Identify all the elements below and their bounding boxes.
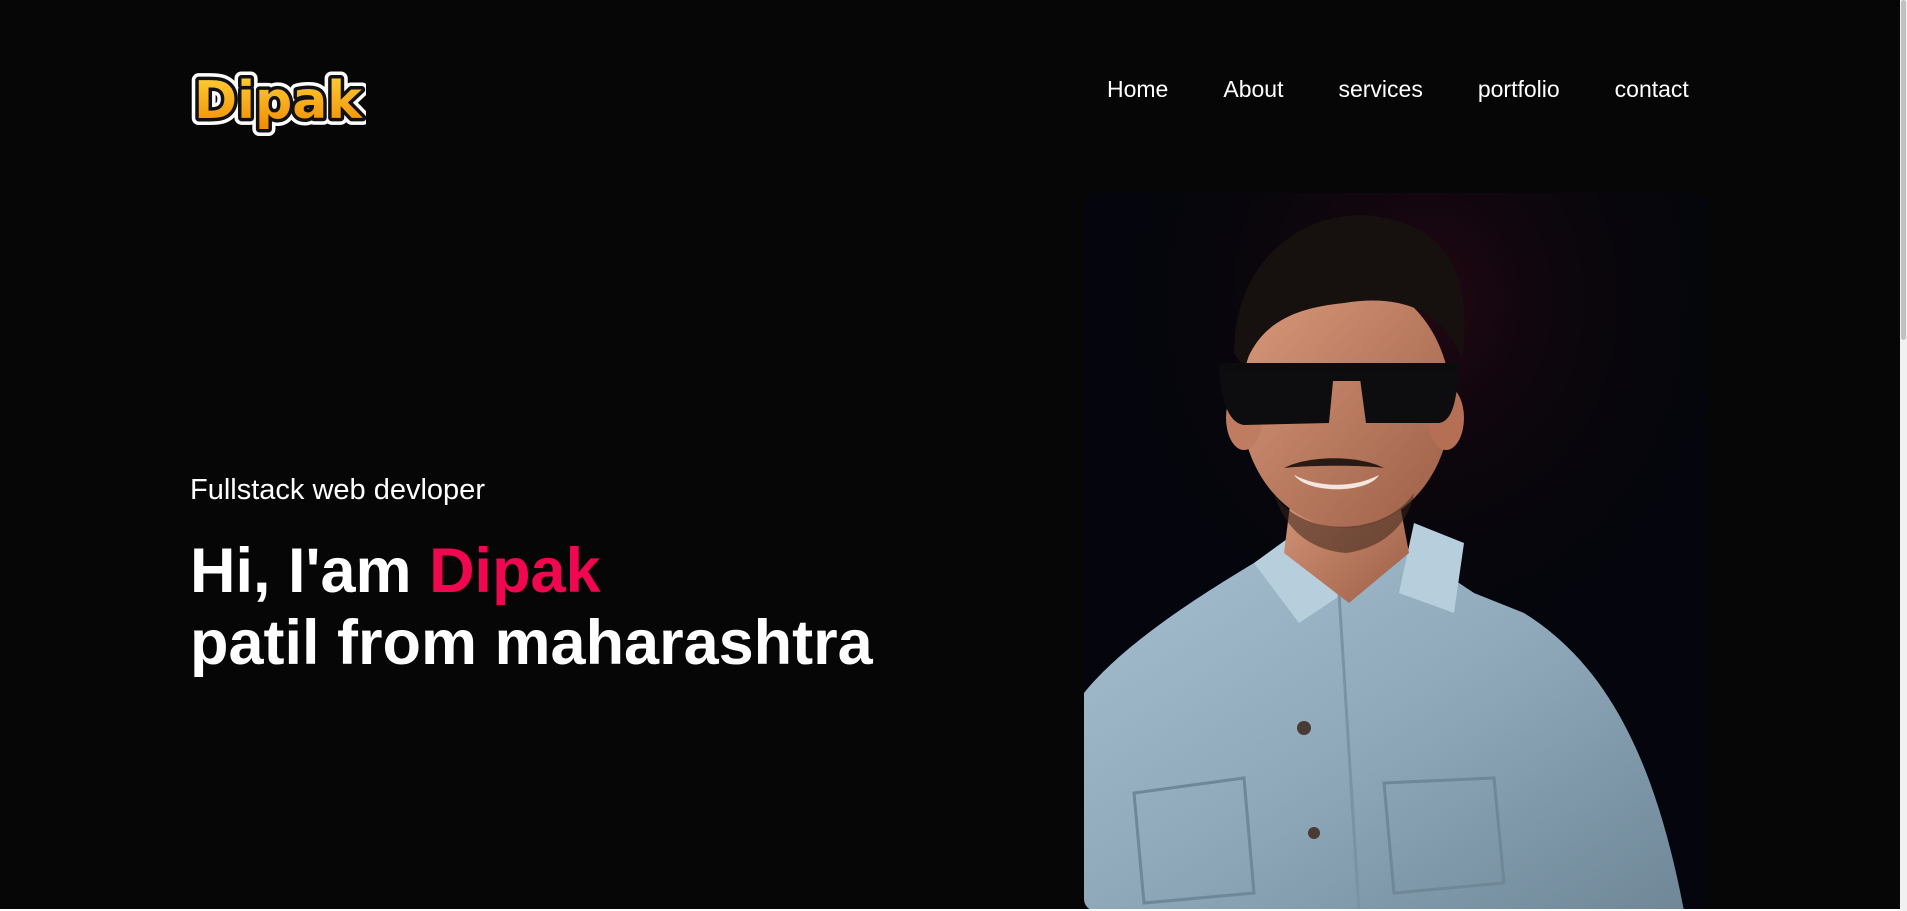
nav-portfolio-link[interactable]: portfolio	[1478, 74, 1560, 104]
nav-services-link[interactable]: services	[1338, 74, 1422, 104]
dipak-wordmark-logo-icon: Dipak Dipak Dipak	[190, 64, 366, 138]
profile-photo	[1084, 193, 1706, 911]
nav-home-link[interactable]: Home	[1107, 74, 1168, 104]
main-nav: Home About services portfolio contact	[1107, 74, 1689, 104]
svg-text:Dipak: Dipak	[194, 71, 363, 131]
page-scrollbar[interactable]	[1900, 0, 1907, 911]
profile-photo-icon	[1084, 193, 1706, 911]
nav-about-link[interactable]: About	[1223, 74, 1283, 104]
hero-line2: patil from maharashtra	[190, 608, 873, 678]
page: Dipak Dipak Dipak Home About services po…	[0, 0, 1907, 911]
hero-headline: Hi, I'am Dipak patil from maharashtra	[190, 535, 873, 679]
nav-contact-link[interactable]: contact	[1615, 74, 1689, 104]
hero-subtitle: Fullstack web devloper	[190, 474, 485, 506]
scrollbar-thumb[interactable]	[1901, 0, 1906, 340]
hero-name: Dipak	[429, 536, 601, 606]
hero-greeting: Hi, I'am	[190, 536, 430, 606]
logo[interactable]: Dipak Dipak Dipak	[190, 60, 366, 142]
